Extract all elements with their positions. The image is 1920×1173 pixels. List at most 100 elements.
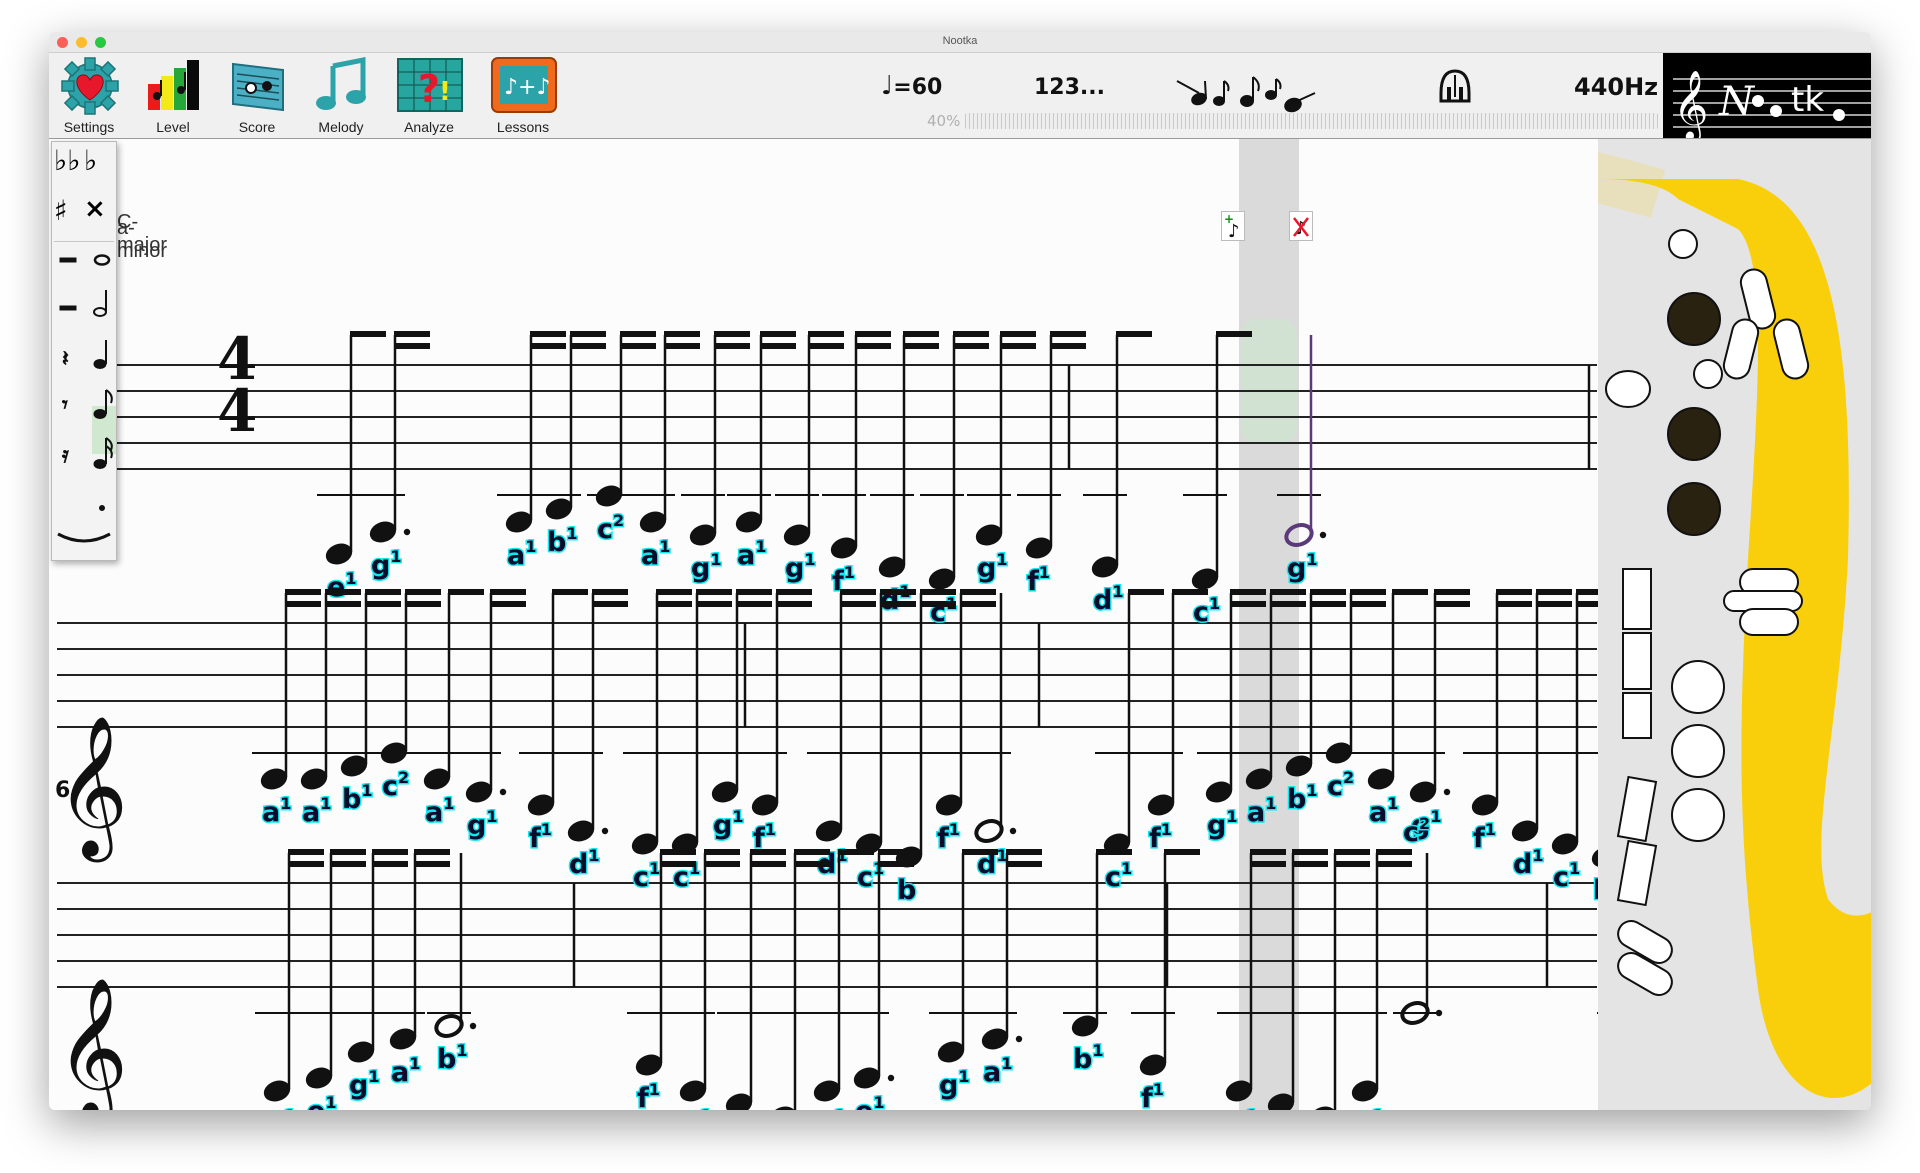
score-area[interactable]: 𝄞 𝄞 4 4 6 e1g1a1b1c2a1g1a1g1f1d1c1g1f1d1… xyxy=(49,139,1652,1110)
note-name: c1 xyxy=(633,859,660,893)
score-label: Score xyxy=(238,119,276,135)
note[interactable]: g1 xyxy=(457,589,526,843)
note-beam xyxy=(880,589,916,595)
note[interactable]: d1 xyxy=(1343,849,1412,1110)
svg-text:𝄞: 𝄞 xyxy=(1673,70,1708,138)
note[interactable]: f1 xyxy=(927,589,996,856)
volume-meter[interactable]: 40% xyxy=(927,112,1658,130)
notes-layer[interactable]: e1g1a1b1c2a1g1a1g1f1d1c1g1f1d1c1g1a1a1b1… xyxy=(252,331,1652,1110)
note[interactable]: c1 xyxy=(717,849,786,1110)
add-note-button[interactable]: + ♪ xyxy=(1221,211,1245,242)
double-sharp-icon: × xyxy=(84,194,106,224)
note[interactable]: b xyxy=(1301,849,1370,1110)
left-key-2-closed[interactable] xyxy=(1667,407,1721,461)
right-key-2[interactable] xyxy=(1671,724,1725,778)
note[interactable]: f1 xyxy=(1131,849,1200,1110)
note[interactable]: c1 xyxy=(1543,589,1612,895)
saxophone-fingering-icon[interactable] xyxy=(1598,139,1871,1110)
note-beam xyxy=(285,589,321,595)
flat-button[interactable]: ♭ xyxy=(84,144,114,190)
note-beam xyxy=(1376,861,1412,867)
note-beam xyxy=(903,343,939,349)
note-beam xyxy=(1250,849,1286,855)
side-rect-key-1[interactable] xyxy=(1622,568,1652,630)
side-rect-key-3[interactable] xyxy=(1622,692,1652,739)
note[interactable]: f1 xyxy=(1139,589,1208,856)
note[interactable]: g1 xyxy=(361,331,430,583)
note-beam xyxy=(530,343,566,349)
note[interactable]: d1 xyxy=(870,331,939,618)
melody-button[interactable]: Melody xyxy=(303,53,379,137)
note-beam xyxy=(808,343,844,349)
left-key-3-closed[interactable] xyxy=(1667,482,1721,536)
note[interactable]: c2 xyxy=(587,331,656,547)
note-beam xyxy=(953,343,989,349)
rhythm-notes-icon[interactable] xyxy=(1169,71,1319,117)
note-beam xyxy=(878,849,914,855)
note-beam xyxy=(288,849,324,855)
note[interactable]: f1 xyxy=(822,331,891,599)
note[interactable]: c1 xyxy=(663,589,732,895)
note[interactable]: c2 xyxy=(372,589,441,804)
note[interactable]: b xyxy=(761,849,830,1110)
note[interactable]: f1 xyxy=(1017,331,1086,599)
note[interactable]: c2 xyxy=(1317,589,1386,804)
score-button[interactable]: Score xyxy=(219,53,295,137)
note[interactable]: f1 xyxy=(519,589,588,856)
note-name: d1 xyxy=(880,582,910,616)
note[interactable]: d1 xyxy=(967,593,1017,882)
metronome-icon[interactable] xyxy=(1437,67,1473,109)
count-in-button[interactable]: 123... xyxy=(1034,75,1105,100)
note-beam xyxy=(530,331,566,337)
analyze-button[interactable]: ? ! Analyze xyxy=(387,53,471,137)
right-key-3[interactable] xyxy=(1671,788,1725,842)
note-name: b1 xyxy=(547,524,577,558)
note[interactable]: b1 xyxy=(427,853,477,1077)
note[interactable]: g1 xyxy=(1401,589,1470,843)
main-toolbar: Settings Level Score Melody ? ! Analyze … xyxy=(49,53,1871,142)
note[interactable]: f1 xyxy=(743,589,812,856)
note[interactable]: g1 xyxy=(967,331,1036,586)
note-palette[interactable]: ♭♭ ♭ ♯ × 𝄽 𝄾 𝄿 xyxy=(51,141,117,561)
right-key-1[interactable] xyxy=(1671,660,1725,714)
level-button[interactable]: Level xyxy=(135,53,211,137)
note[interactable]: d1 xyxy=(1083,331,1152,618)
pitch-reference[interactable]: 440Hz xyxy=(1574,73,1658,101)
note[interactable]: a1 xyxy=(973,849,1042,1090)
note[interactable]: a1 xyxy=(252,589,321,830)
note[interactable]: b xyxy=(887,589,956,908)
note-beam xyxy=(372,849,408,855)
note-name: a1 xyxy=(262,794,291,828)
time-signature-bottom: 4 xyxy=(217,377,257,445)
low-key-2[interactable] xyxy=(1616,839,1658,907)
sharp-button[interactable]: ♯ xyxy=(54,194,84,240)
thumb-key[interactable] xyxy=(1605,370,1651,408)
note-beam xyxy=(570,343,606,349)
double-sharp-button[interactable]: × xyxy=(84,194,114,240)
double-flat-button[interactable]: ♭♭ xyxy=(54,144,84,190)
settings-button[interactable]: Settings xyxy=(51,53,127,137)
saxophone-panel[interactable] xyxy=(1598,139,1871,1110)
rhythm-palette-icons[interactable]: 𝄽 𝄾 𝄿 xyxy=(52,246,116,560)
octave-key[interactable] xyxy=(1668,229,1698,259)
note[interactable]: b xyxy=(1583,589,1652,908)
note-name: a1 xyxy=(983,1054,1012,1088)
left-small-key[interactable] xyxy=(1693,359,1723,389)
low-key-1[interactable] xyxy=(1616,775,1658,843)
lessons-button[interactable]: ♪+♪ Lessons xyxy=(481,53,565,137)
palm-key-2[interactable] xyxy=(1721,317,1761,382)
note[interactable]: a1 xyxy=(631,331,700,573)
tempo-indicator[interactable]: ♩=60 xyxy=(881,71,942,101)
delete-note-button[interactable]: ♪ xyxy=(1289,211,1313,241)
side-key-3[interactable] xyxy=(1739,608,1799,636)
note[interactable]: f1 xyxy=(1463,589,1532,856)
dot xyxy=(1319,531,1327,539)
side-rect-key-2[interactable] xyxy=(1622,632,1652,690)
analyze-icon: ? ! xyxy=(397,58,463,112)
note[interactable]: d1 xyxy=(559,589,628,882)
left-key-1-closed[interactable] xyxy=(1667,292,1721,346)
note[interactable]: c1 xyxy=(847,589,916,895)
note-beam xyxy=(1006,849,1042,855)
score-staves[interactable]: 𝄞 𝄞 4 4 6 e1g1a1b1c2a1g1a1g1f1d1c1g1f1d1… xyxy=(49,139,1652,1110)
note[interactable]: c2 xyxy=(1393,813,1443,1026)
